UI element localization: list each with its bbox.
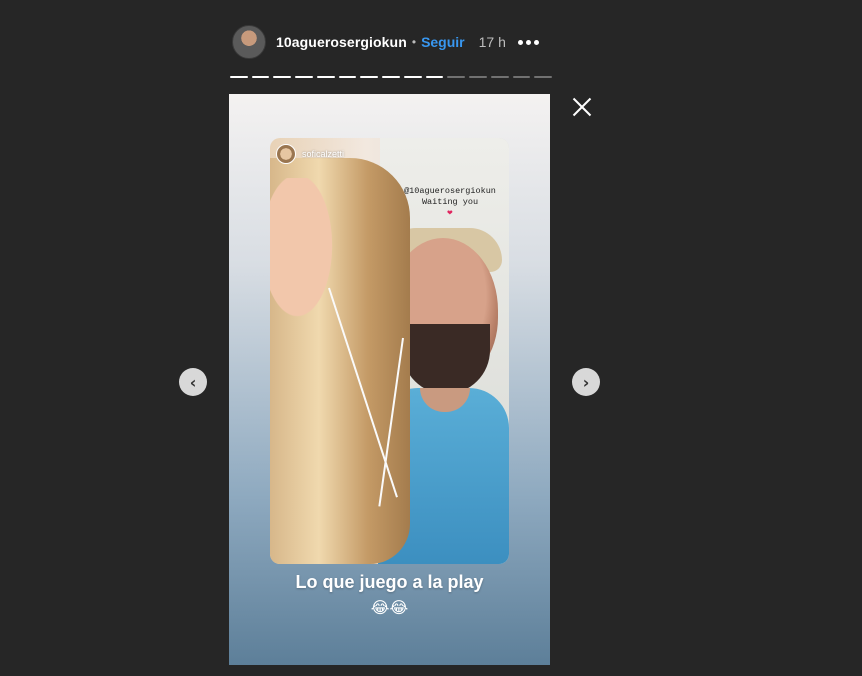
- progress-segment: [251, 76, 270, 78]
- progress-segment: [382, 76, 400, 78]
- username[interactable]: 10aguerosergiokun: [276, 34, 407, 50]
- story-header: 10aguerosergiokun • Seguir 17 h: [232, 24, 562, 60]
- progress-segment: [512, 76, 531, 78]
- chevron-right-icon: ›: [582, 372, 590, 392]
- progress-segment: [425, 76, 444, 78]
- next-story-button[interactable]: ›: [572, 368, 600, 396]
- shared-story-avatar: [276, 144, 296, 164]
- photo-caption: @10aguerosergiokun Waiting you ❤: [400, 186, 500, 219]
- shared-story-username: soficalzetti: [302, 149, 345, 159]
- follow-button[interactable]: Seguir: [421, 34, 465, 50]
- story-progress-bar: [230, 76, 553, 79]
- progress-segment: [230, 76, 248, 78]
- story-text: Lo que juego a la play: [295, 572, 484, 592]
- progress-segment: [360, 76, 379, 78]
- progress-segment: [534, 76, 553, 78]
- story-photo: soficalzetti @10aguerosergiokun Waiting …: [270, 138, 509, 564]
- progress-segment: [316, 76, 335, 78]
- caption-mention: @10aguerosergiokun: [404, 186, 496, 196]
- avatar[interactable]: [232, 25, 266, 59]
- progress-segment: [469, 76, 487, 78]
- chevron-left-icon: ‹: [189, 372, 197, 392]
- story-media[interactable]: soficalzetti @10aguerosergiokun Waiting …: [229, 94, 550, 665]
- laughing-emoji-icon: 😂😂: [370, 600, 409, 617]
- caption-text: Waiting you: [421, 197, 479, 207]
- more-options-icon[interactable]: [517, 39, 539, 45]
- progress-segment: [273, 76, 292, 78]
- timestamp: 17 h: [478, 34, 506, 50]
- previous-story-button[interactable]: ‹: [179, 368, 207, 396]
- progress-segment: [295, 76, 313, 78]
- shared-story-header: soficalzetti: [276, 144, 344, 164]
- progress-segment: [447, 76, 466, 78]
- close-icon[interactable]: [570, 95, 594, 119]
- progress-segment: [490, 76, 509, 78]
- heart-icon: ❤: [447, 208, 453, 218]
- progress-segment: [338, 76, 357, 78]
- progress-segment: [403, 76, 422, 78]
- separator-dot: •: [411, 35, 417, 49]
